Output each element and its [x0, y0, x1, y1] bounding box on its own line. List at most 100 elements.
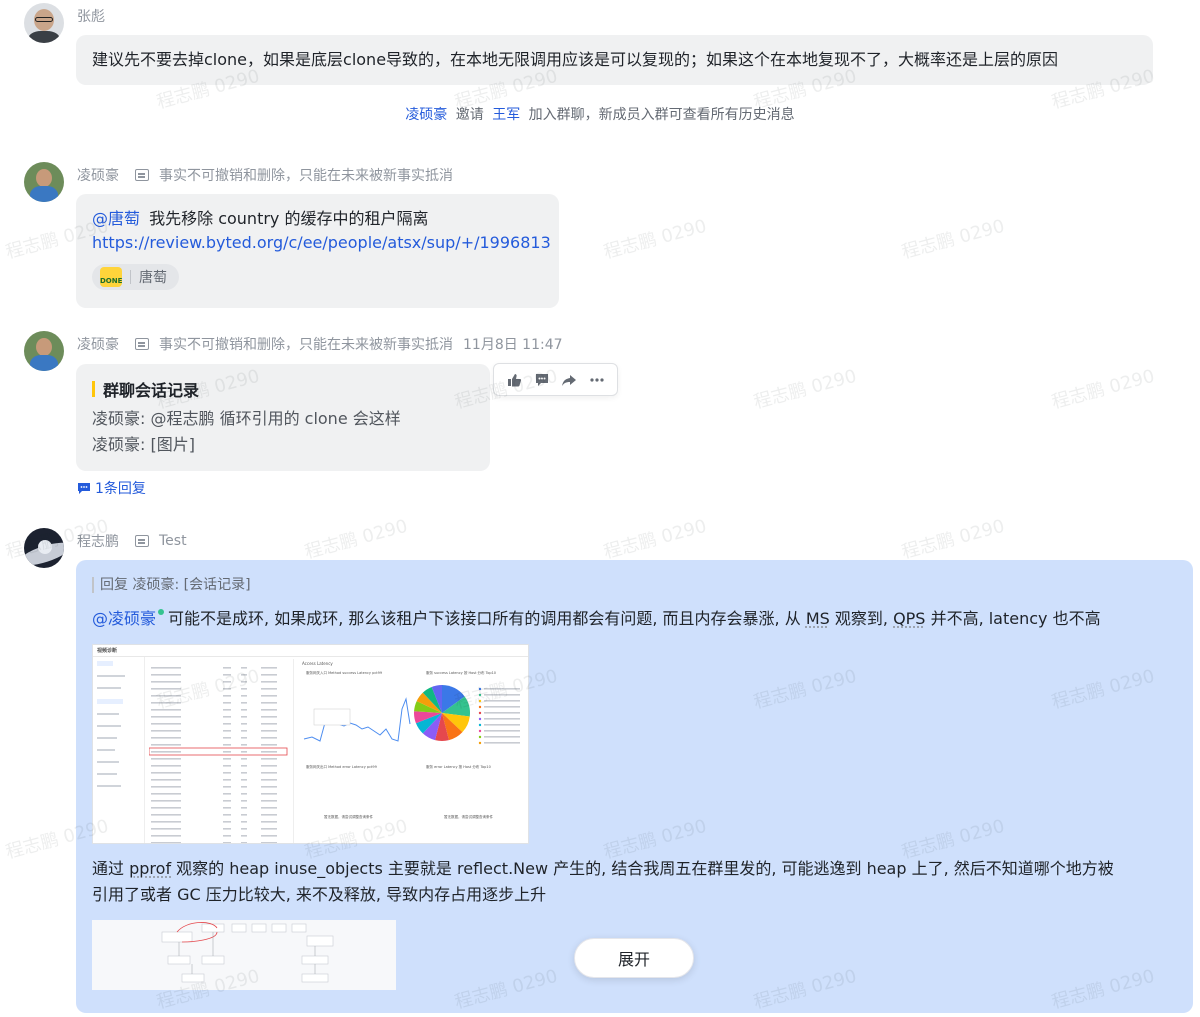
table-cell: [241, 828, 247, 830]
table-cell: [261, 800, 277, 802]
table-cell: [151, 681, 181, 683]
table-cell: [223, 765, 231, 767]
table-cell: [261, 842, 277, 843]
message-link[interactable]: https://review.byted.org/c/ee/people/ats…: [92, 233, 551, 252]
legend-dot: [478, 687, 482, 691]
table-cell: [151, 807, 181, 809]
avatar[interactable]: [24, 331, 64, 371]
table-cell: [223, 716, 231, 718]
image-section-title: 服务网关入口 Method success Latency pct99: [306, 671, 383, 675]
message-bubble[interactable]: 建议先不要去掉clone，如果是底层clone导致的，在本地无限调用应该是可以复…: [76, 35, 1153, 85]
embedded-diagram-image[interactable]: [92, 920, 396, 990]
sender-name[interactable]: 凌硕豪: [77, 165, 119, 185]
avatar[interactable]: [24, 162, 64, 202]
sender-signature: 事实不可撤销和删除，只能在未来被新事实抵消: [159, 337, 453, 353]
table-cell: [261, 765, 277, 767]
message-bubble[interactable]: @唐萄 我先移除 country 的缓存中的租户隔离 https://revie…: [76, 194, 559, 308]
reaction-divider: [130, 270, 131, 284]
thumbs-up-icon[interactable]: [503, 369, 525, 391]
table-cell: [261, 793, 277, 795]
table-cell: [223, 702, 231, 704]
expand-button[interactable]: 展开: [574, 938, 694, 978]
message-text: 建议先不要去掉clone，如果是底层clone导致的，在本地无限调用应该是可以复…: [92, 50, 1059, 69]
table-cell: [261, 814, 277, 816]
embedded-screenshot-image[interactable]: 视频诊断 Access Latency 服务网关入口 Method succes…: [92, 644, 529, 844]
card-line: 凌硕豪: @程志鹏 循环引用的 clone 会这样: [92, 409, 401, 428]
sender-name[interactable]: 凌硕豪: [77, 334, 119, 354]
legend-line: [484, 736, 520, 738]
system-actor[interactable]: 凌硕豪: [405, 107, 447, 123]
table-cell: [223, 723, 231, 725]
system-rest: 加入群聊，新成员入群可查看所有历史消息: [528, 107, 795, 123]
table-cell: [151, 800, 181, 802]
message-text: 引用了或者 GC 压力比较大, 来不及释放, 导致内存占用逐步上升: [92, 885, 547, 904]
avatar[interactable]: [24, 3, 64, 43]
table-cell: [241, 751, 247, 753]
more-icon[interactable]: [586, 369, 608, 391]
watermark: 程志鹏 0290: [751, 365, 859, 414]
table-cell: [151, 758, 181, 760]
table-cell: [241, 793, 247, 795]
table-cell: [151, 842, 181, 843]
legend-dot: [478, 723, 482, 727]
sender-line: 凌硕豪 事实不可撤销和删除，只能在未来被新事实抵消 11月8日 11:47: [77, 334, 563, 354]
comment-icon[interactable]: [531, 369, 553, 391]
table-cell: [223, 709, 231, 711]
table-cell: [241, 681, 247, 683]
watermark: 程志鹏 0290: [302, 515, 410, 564]
image-scrollbar: [528, 745, 529, 781]
image-app-title: 视频诊断: [97, 648, 118, 654]
signature-icon: [135, 338, 149, 350]
card-accent-bar: [92, 381, 95, 397]
system-verb: 邀请: [455, 107, 484, 123]
watermark: 程志鹏 0290: [1049, 365, 1157, 414]
reply-quote[interactable]: 回复 凌硕豪: [会话记录]: [92, 572, 1177, 598]
table-cell: [223, 779, 231, 781]
table-cell: [241, 807, 247, 809]
message-text: 通过: [92, 859, 125, 878]
reaction-chip[interactable]: DONE 唐萄: [92, 264, 179, 290]
sender-name-text: 张彪: [77, 9, 105, 25]
message-text: 观察的 heap inuse_objects 主要就是 reflect.New …: [176, 859, 1114, 878]
chat-record-card[interactable]: 群聊会话记录 凌硕豪: @程志鹏 循环引用的 clone 会这样 凌硕豪: [图…: [76, 364, 490, 471]
table-cell: [223, 821, 231, 823]
table-cell: [223, 828, 231, 830]
mention[interactable]: @凌硕豪: [92, 609, 156, 628]
system-message: 凌硕豪 邀请 王军 加入群聊，新成员入群可查看所有历史消息: [0, 104, 1200, 124]
glossary-term[interactable]: pprof: [129, 859, 171, 878]
sender-name[interactable]: 程志鹏: [77, 531, 119, 551]
table-cell: [151, 667, 181, 669]
message-paragraph: 通过 pprof 观察的 heap inuse_objects 主要就是 ref…: [92, 856, 1177, 882]
table-cell: [241, 765, 247, 767]
mention[interactable]: @唐萄: [92, 209, 140, 228]
table-cell: [261, 737, 277, 739]
table-cell: [241, 814, 247, 816]
table-cell: [261, 702, 277, 704]
table-cell: [241, 674, 247, 676]
table-cell: [261, 723, 277, 725]
table-cell: [151, 716, 181, 718]
legend-line: [484, 742, 520, 744]
table-cell: [261, 821, 277, 823]
sender-name[interactable]: 张彪: [77, 6, 105, 26]
legend-line: [484, 694, 520, 696]
quote-bar: [92, 577, 94, 593]
table-cell: [241, 842, 247, 843]
system-target[interactable]: 王军: [492, 107, 520, 123]
glossary-term[interactable]: QPS: [893, 609, 925, 628]
thread-reply-link[interactable]: 1条回复: [77, 478, 146, 498]
table-cell: [261, 772, 277, 774]
avatar[interactable]: [24, 528, 64, 568]
table-cell: [223, 695, 231, 697]
table-cell: [261, 695, 277, 697]
sender-signature: 事实不可撤销和删除，只能在未来被新事实抵消: [159, 168, 453, 184]
watermark: 程志鹏 0290: [899, 515, 1007, 564]
table-cell: [261, 730, 277, 732]
image-empty-note: 暂无数据，请尝试调整查询条件: [324, 815, 373, 819]
sender-line: 程志鹏 Test: [77, 531, 187, 551]
forward-icon[interactable]: [558, 369, 580, 391]
glossary-term[interactable]: MS: [806, 609, 830, 628]
message-text: 观察到,: [834, 609, 888, 628]
table-cell: [261, 835, 277, 837]
card-header: 群聊会话记录: [92, 376, 474, 402]
